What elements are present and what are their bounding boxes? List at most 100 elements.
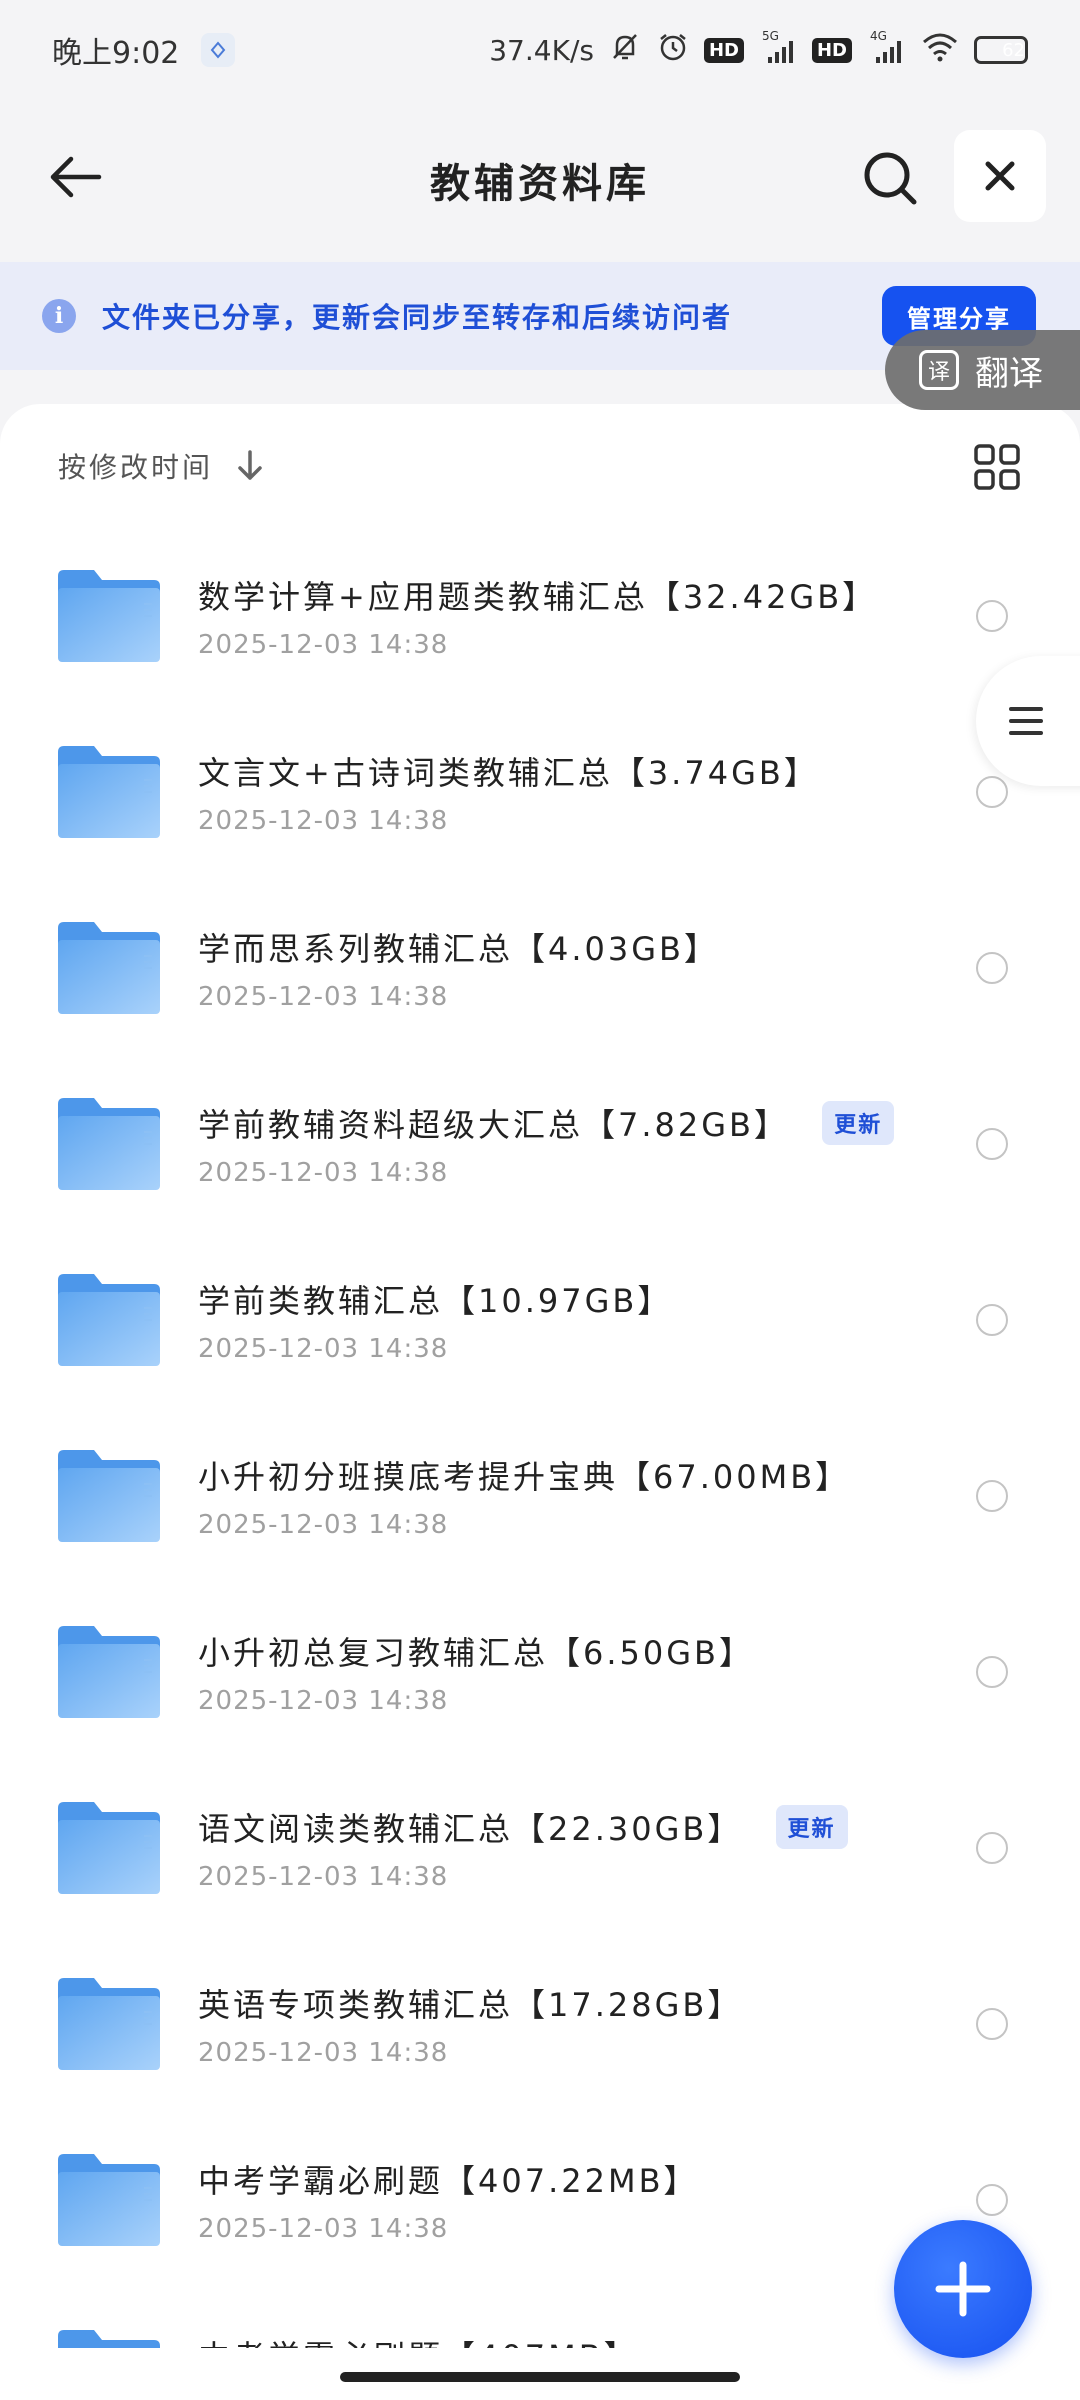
hd-badge: HD [703, 37, 744, 63]
translate-label: 翻译 [975, 353, 1043, 394]
arrow-left-icon [50, 156, 102, 198]
share-banner-text: 文件夹已分享，更新会同步至转存和后续访问者 [102, 301, 733, 334]
folder-name-text: 数学计算+应用题类教辅汇总【32.42GB】 [198, 578, 878, 616]
status-bar: 晚上9:02 37.4K/s HD 5G HD 4G 62 [0, 0, 1080, 100]
sort-row: 按修改时间 [0, 404, 1080, 528]
folder-name: 英语专项类教辅汇总【17.28GB】 [198, 1980, 742, 2026]
menu-icon [1009, 707, 1043, 735]
folder-name-text: 中考学霸必刷题【407MB】 [198, 2338, 639, 2348]
grid-view-icon [974, 444, 1020, 490]
folder-icon [58, 1978, 160, 2070]
wifi-icon [920, 30, 960, 71]
select-radio[interactable] [976, 1480, 1008, 1512]
folder-name: 文言文+古诗词类教辅汇总【3.74GB】 [198, 748, 819, 794]
select-radio[interactable] [976, 1832, 1008, 1864]
folder-icon [58, 1450, 160, 1542]
folder-name-text: 学而思系列教辅汇总【4.03GB】 [198, 930, 720, 968]
select-radio[interactable] [976, 1128, 1008, 1160]
file-list-item[interactable]: 小升初总复习教辅汇总【6.50GB】 2025-12-03 14:38 [0, 1584, 1080, 1760]
folder-icon [58, 1274, 160, 1366]
folder-name: 中考学霸必刷题【407.22MB】 [198, 2156, 699, 2202]
folder-icon [58, 2154, 160, 2246]
update-badge: 更新 [775, 1805, 848, 1849]
folder-icon [58, 922, 160, 1014]
folder-modified-date: 2025-12-03 14:38 [198, 2038, 449, 2068]
folder-modified-date: 2025-12-03 14:38 [198, 982, 449, 1012]
grid-view-toggle[interactable] [972, 442, 1022, 492]
folder-icon [58, 1098, 160, 1190]
folder-name-text: 学前教辅资料超级大汇总【7.82GB】 [198, 1106, 790, 1144]
file-list-item[interactable]: 英语专项类教辅汇总【17.28GB】 2025-12-03 14:38 [0, 1936, 1080, 2112]
folder-name-text: 小升初分班摸底考提升宝典【67.00MB】 [198, 1458, 851, 1496]
folder-name-text: 英语专项类教辅汇总【17.28GB】 [198, 1986, 743, 2024]
header: 教辅资料库 [0, 100, 1080, 260]
search-icon [864, 152, 917, 205]
search-button[interactable] [852, 140, 928, 216]
folder-name: 中考学霸必刷题【407MB】 [198, 2332, 639, 2348]
folder-icon [58, 1802, 160, 1894]
folder-name-text: 文言文+古诗词类教辅汇总【3.74GB】 [198, 754, 819, 792]
translate-button[interactable]: 译 翻译 [885, 330, 1080, 410]
status-time: 晚上9:02 [52, 36, 180, 71]
plus-icon [935, 2261, 991, 2317]
signal-4g-icon: 4G [866, 29, 906, 67]
file-list-card: 按修改时间 数学计算+应用题类教辅汇总【32.42GB】 2025-12-03 … [0, 404, 1080, 2400]
hd-badge-2: HD [811, 37, 852, 63]
folder-name: 学前教辅资料超级大汇总【7.82GB】 更新 [198, 1100, 895, 1146]
file-list-item[interactable]: 语文阅读类教辅汇总【22.30GB】 更新 2025-12-03 14:38 [0, 1760, 1080, 1936]
battery-percent: 62 [1002, 39, 1025, 61]
file-list-item[interactable]: 小升初分班摸底考提升宝典【67.00MB】 2025-12-03 14:38 [0, 1408, 1080, 1584]
battery-icon: 62 [974, 36, 1028, 64]
back-button[interactable] [40, 142, 110, 212]
file-list-item[interactable]: 学而思系列教辅汇总【4.03GB】 2025-12-03 14:38 [0, 880, 1080, 1056]
alarm-icon [656, 30, 690, 71]
folder-name: 语文阅读类教辅汇总【22.30GB】 更新 [198, 1804, 848, 1850]
status-left: 晚上9:02 [52, 28, 236, 72]
folder-modified-date: 2025-12-03 14:38 [198, 630, 449, 660]
page-title: 教辅资料库 [430, 161, 650, 207]
folder-icon [58, 1626, 160, 1718]
file-list-item[interactable]: 学前教辅资料超级大汇总【7.82GB】 更新 2025-12-03 14:38 [0, 1056, 1080, 1232]
select-radio[interactable] [976, 776, 1008, 808]
folder-modified-date: 2025-12-03 14:38 [198, 2214, 449, 2244]
file-list-item[interactable]: 学前类教辅汇总【10.97GB】 2025-12-03 14:38 [0, 1232, 1080, 1408]
folder-name: 小升初分班摸底考提升宝典【67.00MB】 [198, 1452, 850, 1498]
network-speed: 37.4K/s [489, 33, 594, 67]
select-radio[interactable] [976, 2184, 1008, 2216]
folder-modified-date: 2025-12-03 14:38 [198, 1158, 449, 1188]
mute-bell-icon [608, 30, 642, 71]
folder-name: 数学计算+应用题类教辅汇总【32.42GB】 [198, 572, 877, 618]
arrow-down-icon[interactable] [235, 449, 265, 483]
shield-icon [201, 33, 236, 67]
folder-name-text: 小升初总复习教辅汇总【6.50GB】 [198, 1634, 755, 1672]
close-button[interactable] [954, 130, 1046, 222]
select-radio[interactable] [976, 600, 1008, 632]
sort-by-modified-button[interactable]: 按修改时间 [58, 446, 213, 486]
select-radio[interactable] [976, 2008, 1008, 2040]
select-radio[interactable] [976, 1656, 1008, 1688]
folder-icon [58, 570, 160, 662]
file-list: 数学计算+应用题类教辅汇总【32.42GB】 2025-12-03 14:38 … [0, 528, 1080, 2348]
signal-5g-icon: 5G [758, 29, 798, 67]
folder-name: 小升初总复习教辅汇总【6.50GB】 [198, 1628, 754, 1674]
update-badge: 更新 [822, 1101, 895, 1145]
select-radio[interactable] [976, 952, 1008, 984]
status-right: 37.4K/s HD 5G HD 4G 62 [489, 29, 1028, 71]
folder-name-text: 中考学霸必刷题【407.22MB】 [198, 2162, 699, 2200]
close-icon [985, 161, 1015, 191]
select-radio[interactable] [976, 1304, 1008, 1336]
file-list-item[interactable]: 数学计算+应用题类教辅汇总【32.42GB】 2025-12-03 14:38 [0, 528, 1080, 704]
translate-icon: 译 [919, 350, 959, 390]
folder-name: 学前类教辅汇总【10.97GB】 [198, 1276, 672, 1322]
add-fab-button[interactable] [894, 2220, 1032, 2358]
home-indicator[interactable] [340, 2372, 740, 2382]
folder-modified-date: 2025-12-03 14:38 [198, 1334, 449, 1364]
info-icon: i [42, 299, 76, 333]
folder-icon [58, 746, 160, 838]
file-list-item[interactable]: 文言文+古诗词类教辅汇总【3.74GB】 2025-12-03 14:38 [0, 704, 1080, 880]
folder-name-text: 学前类教辅汇总【10.97GB】 [198, 1282, 673, 1320]
folder-name-text: 语文阅读类教辅汇总【22.30GB】 [198, 1810, 743, 1848]
folder-modified-date: 2025-12-03 14:38 [198, 1862, 449, 1892]
folder-icon [58, 2330, 160, 2348]
folder-modified-date: 2025-12-03 14:38 [198, 1510, 449, 1540]
